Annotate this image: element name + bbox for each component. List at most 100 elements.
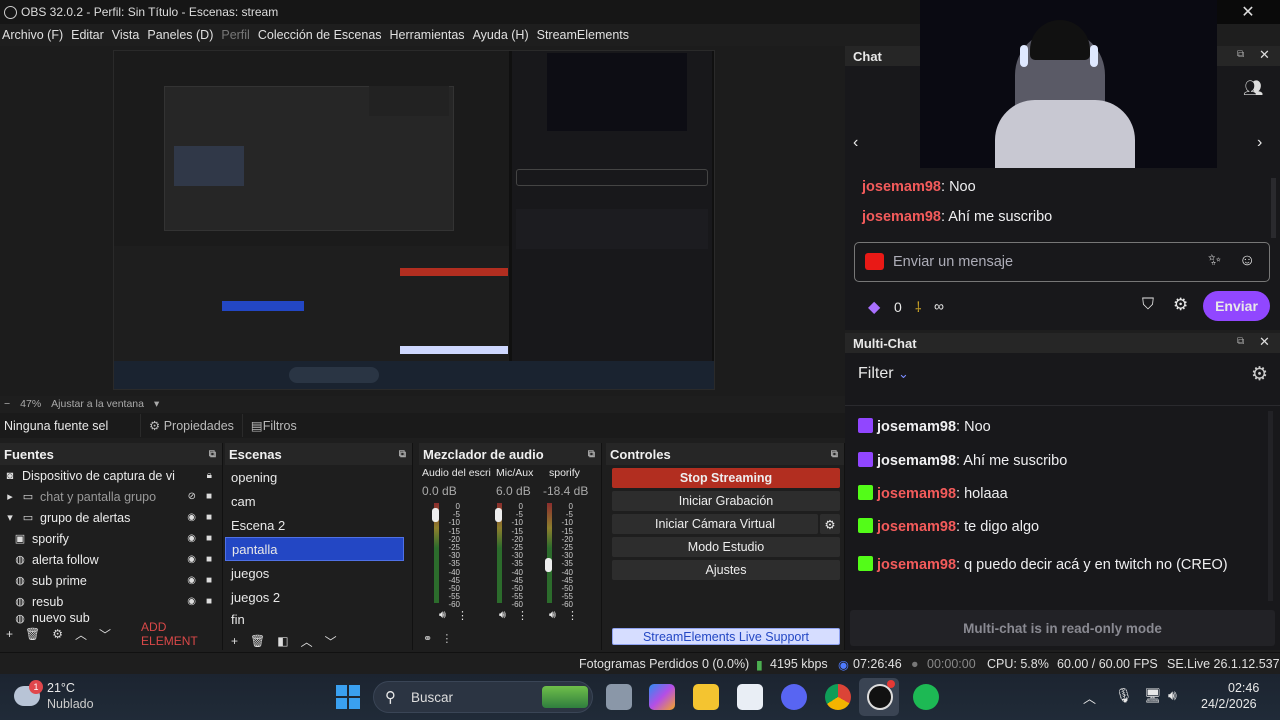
settings-button[interactable]: Ajustes (612, 560, 840, 580)
chat-username[interactable]: josemam98 (862, 179, 941, 195)
popout-icon[interactable]: ⧉ (831, 449, 838, 460)
speaker-icon[interactable]: 🔊︎ (439, 609, 446, 622)
close-icon[interactable]: ✕ (1259, 334, 1270, 350)
microphone-icon[interactable]: 🎙︎ (1115, 687, 1133, 704)
clock-date[interactable]: 24/2/2026 (1201, 697, 1257, 711)
source-row[interactable]: ◍ sub prime ◉ ■ (0, 570, 222, 591)
speaker-icon[interactable]: 🔊︎ (549, 609, 556, 622)
trash-icon[interactable]: 🗑︎ (25, 627, 40, 641)
volume-fader-knob[interactable] (545, 558, 552, 572)
channel-points-icon[interactable]: ◆ (868, 297, 880, 317)
up-icon[interactable]: ︿ (75, 626, 87, 643)
up-icon[interactable]: ︿ (301, 633, 313, 650)
clock-time[interactable]: 02:46 (1228, 681, 1259, 695)
studio-mode-button[interactable]: Modo Estudio (612, 537, 840, 557)
menu-paneles[interactable]: Paneles (D) (145, 28, 219, 42)
send-button[interactable]: Enviar (1203, 291, 1270, 321)
volume-icon[interactable]: 🔊︎ (1168, 687, 1177, 704)
volume-fader-knob[interactable] (495, 508, 502, 522)
spotify-icon[interactable] (913, 684, 939, 710)
more-icon[interactable]: ⋮ (567, 609, 578, 622)
add-icon[interactable]: + (231, 634, 238, 648)
filter-icon[interactable]: ◧ (277, 634, 288, 648)
lock-icon[interactable]: ■ (206, 533, 212, 544)
lock-icon[interactable]: ■ (206, 491, 212, 502)
source-row[interactable]: ◙ Dispositivo de captura de vi 🔒︎ (0, 465, 222, 486)
popout-icon[interactable]: ⧉ (209, 449, 216, 460)
preview-canvas[interactable] (113, 50, 715, 390)
chat-username[interactable]: josemam98 (862, 209, 941, 225)
zoom-fit-label[interactable]: Ajustar a la ventana (51, 398, 144, 410)
weather-temp[interactable]: 21°C (47, 681, 75, 695)
more-icon[interactable]: ⋮ (457, 609, 468, 622)
source-row[interactable]: ◍ resub ◉ ■ (0, 591, 222, 612)
source-row[interactable]: ▣ sporify ◉ ■ (0, 528, 222, 549)
lock-icon[interactable]: ■ (206, 596, 212, 607)
chat-username[interactable]: josemam98 (877, 519, 956, 535)
store-icon[interactable] (737, 684, 763, 710)
filters-button[interactable]: ▤Filtros (241, 414, 305, 437)
chat-username[interactable]: josemam98 (877, 557, 956, 573)
live-support-button[interactable]: StreamElements Live Support (612, 628, 840, 645)
shield-icon[interactable]: ⛉ (1142, 296, 1154, 314)
lock-icon[interactable]: ■ (206, 512, 212, 523)
eye-icon[interactable]: ◉ (187, 554, 196, 565)
source-row[interactable]: ▾ ▭ grupo de alertas ◉ ■ (0, 507, 222, 528)
scene-item[interactable]: Escena 2 (225, 513, 404, 537)
copilot-icon[interactable] (649, 684, 675, 710)
eye-icon[interactable]: ◉ (187, 575, 196, 586)
add-icon[interactable]: + (6, 627, 13, 641)
popout-icon[interactable]: ⧉ (588, 449, 595, 460)
close-icon[interactable]: ✕ (1259, 47, 1270, 63)
menu-archivo[interactable]: Archivo (F) (0, 28, 69, 42)
close-window-icon[interactable]: ✕ (1216, 0, 1280, 24)
scene-item[interactable]: juegos (225, 561, 404, 585)
scene-item[interactable]: opening (225, 465, 404, 489)
multichat-scrollbar[interactable] (1268, 411, 1273, 601)
virtual-camera-button[interactable]: Iniciar Cámara Virtual (612, 514, 818, 534)
more-icon[interactable]: ⋮ (441, 633, 452, 645)
discord-icon[interactable] (781, 684, 807, 710)
chevron-right-icon[interactable]: › (1257, 134, 1262, 152)
users-icon[interactable]: 👥︎ (1243, 78, 1263, 98)
properties-button[interactable]: ⚙ Propiedades (140, 414, 242, 437)
lock-icon[interactable]: ■ (206, 575, 212, 586)
chat-scrollbar[interactable] (1271, 178, 1276, 238)
start-recording-button[interactable]: Iniciar Grabación (612, 491, 840, 511)
menu-herramientas[interactable]: Herramientas (388, 28, 471, 42)
task-view-icon[interactable] (606, 684, 632, 710)
stop-streaming-button[interactable]: Stop Streaming (612, 468, 840, 488)
add-element-button[interactable]: ADD ELEMENT (141, 620, 222, 648)
scene-item[interactable]: juegos 2 (225, 585, 404, 609)
link-icon[interactable]: ⚭ (423, 633, 432, 645)
chevron-up-icon[interactable]: ︿ (1083, 688, 1096, 707)
chat-input[interactable]: Enviar un mensaje ✨︎ ☺ (854, 242, 1270, 282)
scene-item[interactable]: cam (225, 489, 404, 513)
chrome-icon[interactable] (825, 684, 851, 710)
weather-desc[interactable]: Nublado (47, 697, 94, 711)
popout-icon[interactable]: ⧉ (399, 449, 406, 460)
menu-coleccion[interactable]: Colección de Escenas (256, 28, 388, 42)
zoom-minus[interactable]: − (4, 398, 10, 410)
source-row[interactable]: ◍ nuevo sub (0, 612, 222, 624)
chat-username[interactable]: josemam98 (877, 453, 956, 469)
zoom-percent[interactable]: 47% (20, 398, 41, 410)
eye-icon[interactable]: ◉ (187, 596, 196, 607)
chevron-down-icon[interactable]: ▾ (4, 511, 16, 524)
menu-ayuda[interactable]: Ayuda (H) (471, 28, 535, 42)
menu-vista[interactable]: Vista (110, 28, 146, 42)
eye-icon[interactable]: ◉ (187, 512, 196, 523)
gear-icon[interactable]: ⚙ (1173, 295, 1188, 315)
emoji-icon[interactable]: ☺ (1239, 252, 1255, 270)
chevron-down-icon[interactable]: ▾ (154, 398, 159, 410)
gear-icon[interactable]: ⚙ (1251, 363, 1268, 386)
source-row[interactable]: ▸ ▭ chat y pantalla grupo ⊘ ■ (0, 486, 222, 507)
filter-dropdown[interactable]: Filter ⌄ (858, 365, 909, 383)
eye-hidden-icon[interactable]: ⊘ (188, 491, 196, 502)
source-row[interactable]: ◍ alerta follow ◉ ■ (0, 549, 222, 570)
menu-perfil[interactable]: Perfil (219, 28, 255, 42)
popout-icon[interactable]: ⧉ (1237, 336, 1244, 347)
bits-icon[interactable]: ⸸ (915, 298, 922, 317)
windows-start-icon[interactable] (336, 685, 360, 709)
gear-icon[interactable]: ⚙ (52, 627, 63, 641)
